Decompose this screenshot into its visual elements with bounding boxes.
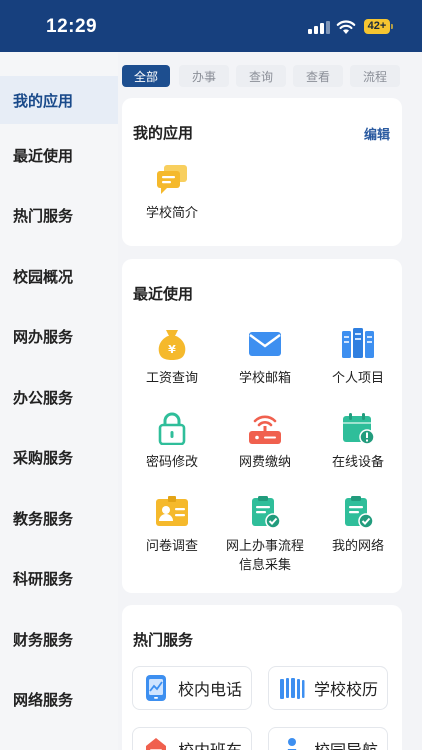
tab-process[interactable]: 流程 <box>350 65 400 87</box>
clipboard-check-icon <box>252 496 281 529</box>
padlock-icon <box>158 412 186 445</box>
my-apps-card: 我的应用 编辑 学校简介 <box>122 98 402 246</box>
sidebar-item-label: 办公服务 <box>13 388 74 407</box>
app-label: 工资查询 <box>145 371 198 386</box>
id-card-icon <box>156 496 188 526</box>
sidebar-item-research[interactable]: 科研服务 <box>0 558 118 598</box>
tab-affairs[interactable]: 办事 <box>179 65 229 87</box>
app-label: 问卷调查 <box>145 539 198 554</box>
app-label: 在线设备 <box>331 455 384 470</box>
section-title: 最近使用 <box>133 285 194 303</box>
sidebar-item-label: 财务服务 <box>13 630 74 649</box>
app-label: 我的网络 <box>331 539 384 554</box>
hot-label: 校内班车 <box>178 737 242 750</box>
sidebar-item-label: 科研服务 <box>13 569 74 588</box>
app-my-network[interactable]: 我的网络 <box>313 495 403 556</box>
mail-icon <box>249 332 281 356</box>
status-bar: 12:29 42+ <box>0 0 422 52</box>
sidebar-item-label: 我的应用 <box>13 91 74 110</box>
cellular-signal-icon <box>308 21 330 34</box>
app-label: 网费缴纳 <box>238 455 291 470</box>
app-label: 个人项目 <box>331 371 384 386</box>
app-label: 网上办事流程信息采集 <box>225 539 304 573</box>
hot-services-card: 热门服务 校内电话 学校校历 <box>122 605 402 750</box>
sidebar-item-my-apps[interactable]: 我的应用 <box>0 76 118 124</box>
app-label: 学校简介 <box>145 206 198 221</box>
main-content[interactable]: 全部 办事 查询 查看 流程 我的应用 编辑 学校简介 最近使用 ¥ 工资查询 … <box>118 52 422 750</box>
tab-all[interactable]: 全部 <box>122 65 170 87</box>
sidebar-item-academic-affairs[interactable]: 教务服务 <box>0 498 118 538</box>
sidebar-item-finance[interactable]: 财务服务 <box>0 619 118 659</box>
tab-view[interactable]: 查看 <box>293 65 343 87</box>
sidebar-item-label: 网办服务 <box>13 327 74 346</box>
phone-icon <box>146 675 166 701</box>
hot-campus-bus[interactable]: 校内班车 <box>132 727 252 750</box>
app-questionnaire[interactable]: 问卷调查 <box>127 495 217 556</box>
sidebar-item-office-services[interactable]: 办公服务 <box>0 377 118 417</box>
sidebar-item-recent[interactable]: 最近使用 <box>0 135 118 175</box>
app-label: 密码修改 <box>145 455 198 470</box>
router-icon <box>249 415 281 444</box>
tab-query[interactable]: 查询 <box>236 65 286 87</box>
app-personal-projects[interactable]: 个人项目 <box>313 327 403 388</box>
hot-campus-navigation[interactable]: 校园导航 <box>268 727 388 750</box>
app-online-devices[interactable]: 在线设备 <box>313 411 403 472</box>
bus-icon <box>146 738 166 750</box>
sidebar-item-label: 采购服务 <box>13 448 74 467</box>
chat-bubbles-icon <box>157 165 187 194</box>
sidebar-item-label: 最近使用 <box>13 146 74 165</box>
hot-label: 学校校历 <box>314 680 379 699</box>
server-rack-icon <box>342 328 374 358</box>
hot-label: 校园导航 <box>314 737 378 750</box>
app-salary-query[interactable]: ¥ 工资查询 <box>127 327 217 388</box>
hot-label: 校内电话 <box>178 680 243 699</box>
navigation-icon <box>287 738 297 750</box>
sidebar-item-label: 教务服务 <box>13 509 74 528</box>
section-title: 我的应用 <box>133 124 194 142</box>
wifi-icon <box>336 20 356 34</box>
calendar-alert-icon <box>343 413 375 445</box>
battery-icon: 42+ <box>364 19 390 34</box>
edit-link[interactable]: 编辑 <box>364 124 390 143</box>
app-online-process-info[interactable]: 网上办事流程信息采集 <box>220 495 310 575</box>
app-school-intro[interactable]: 学校简介 <box>127 162 217 223</box>
sidebar-item-hot-services[interactable]: 热门服务 <box>0 195 118 235</box>
sidebar-item-online-services[interactable]: 网办服务 <box>0 316 118 356</box>
sidebar-item-campus-overview[interactable]: 校园概况 <box>0 256 118 296</box>
sidebar-item-label: 热门服务 <box>13 206 74 225</box>
clipboard-check-icon <box>345 496 374 529</box>
sidebar-item-network[interactable]: 网络服务 <box>0 679 118 719</box>
section-title: 热门服务 <box>133 631 194 649</box>
battery-cap <box>391 24 393 29</box>
money-bag-icon: ¥ <box>158 330 186 360</box>
status-time: 12:29 <box>46 16 98 37</box>
sidebar-item-label: 网络服务 <box>13 690 74 709</box>
hot-campus-phone[interactable]: 校内电话 <box>132 666 252 710</box>
sidebar: 我的应用 最近使用 热门服务 校园概况 网办服务 办公服务 采购服务 教务服务 … <box>0 52 118 750</box>
sidebar-item-procurement[interactable]: 采购服务 <box>0 437 118 477</box>
recent-card: 最近使用 ¥ 工资查询 学校邮箱 个人项目 密码修改 网费缴纳 在线设备 问卷调… <box>122 259 402 593</box>
barcode-calendar-icon <box>280 678 305 699</box>
sidebar-item-label: 校园概况 <box>13 267 74 286</box>
app-label: 学校邮箱 <box>238 371 291 386</box>
app-password-change[interactable]: 密码修改 <box>127 411 217 472</box>
app-network-fee[interactable]: 网费缴纳 <box>220 411 310 472</box>
hot-school-calendar[interactable]: 学校校历 <box>268 666 388 710</box>
svg-text:¥: ¥ <box>168 343 176 356</box>
app-school-mail[interactable]: 学校邮箱 <box>220 327 310 388</box>
